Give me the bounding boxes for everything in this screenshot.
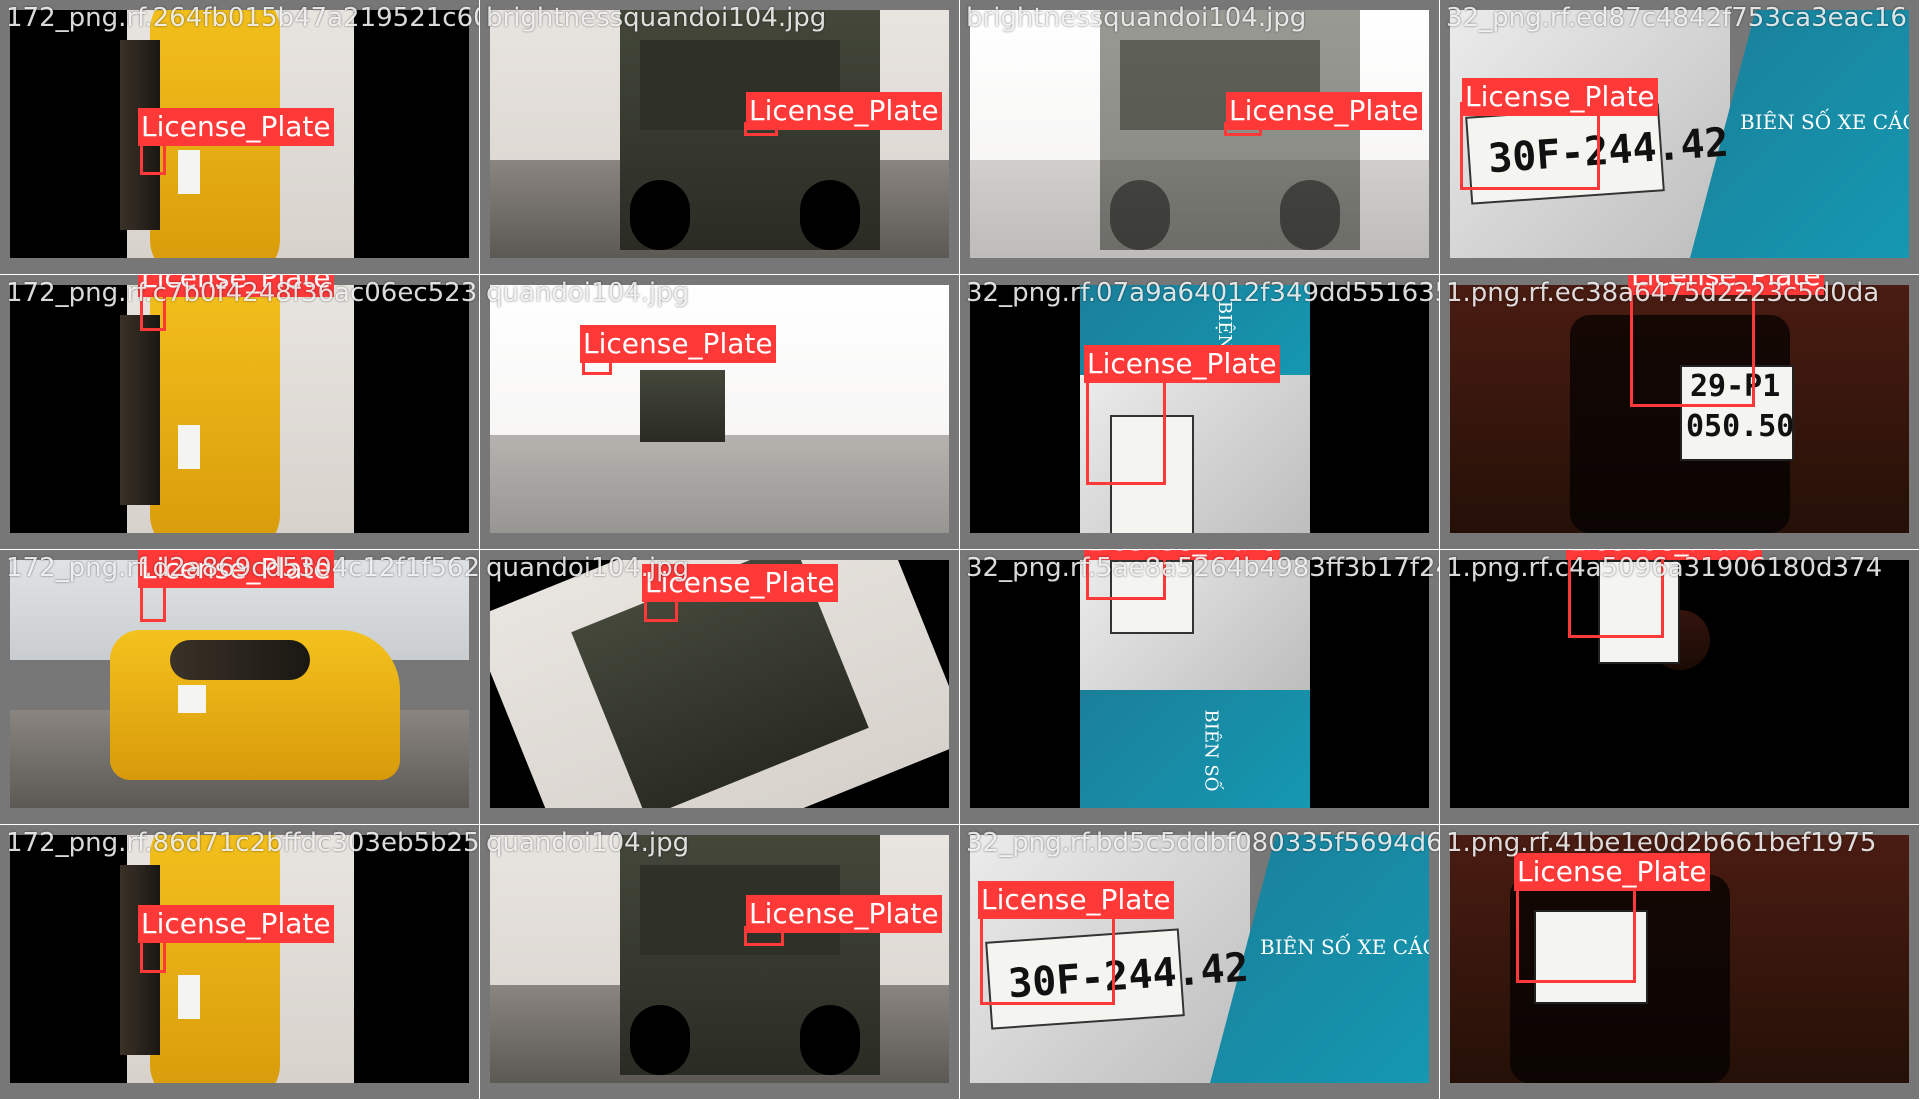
mosaic-tile: 1.png.rf.c4a5096a31906180d374License_Pla…: [1440, 550, 1919, 824]
tile-image: [490, 10, 949, 258]
sign-text: BIÊN SỐ XE CÁC TỈNH: [1260, 935, 1429, 959]
tile-filename: quandoi104.jpg: [486, 828, 690, 858]
yellow-car: [150, 285, 280, 533]
mosaic-tile: brightnessquandoi104.jpg License_Plate: [960, 0, 1439, 274]
detection-label: License_Plate: [978, 881, 1174, 919]
tile-image: [10, 835, 469, 1083]
plate: [178, 150, 200, 194]
detection-label: License_Plate: [746, 92, 942, 130]
mosaic-tile: 172_png.rf.86d71c2bffdc303eb5b25c8bfb7b1…: [0, 825, 479, 1099]
mosaic-tile: 172_png.rf.264fb015b47a219521c60ab84b310…: [0, 0, 479, 274]
mosaic-tile: BIÊN SỐ 32_png.rf.5ae8a5264b4983ff3b17f24…: [960, 550, 1439, 824]
plate: [178, 685, 206, 713]
tile-filename: 32_png.rf.ed87c4842f753ca3eac16: [1446, 3, 1907, 33]
tile-filename: 32_png.rf.07a9a64012f349dd55163594bf5af2…: [966, 278, 1439, 308]
tile-image: [1450, 560, 1909, 808]
mosaic-tile: 1.png.rf.41be1e0d2b661bef1975 License_Pla…: [1440, 825, 1919, 1099]
tile-filename: 32_png.rf.bd5c5ddbf080335f5694d6726c: [966, 828, 1439, 858]
tile-image: BIÊN SỐ: [970, 560, 1429, 808]
detection-label: License_Plate: [138, 108, 334, 146]
detection-label: License_Plate: [580, 325, 776, 363]
mosaic-tile: 172_png.rf.d2a869cd5304c12f1f562fa4d8114…: [0, 550, 479, 824]
mosaic-tile: quandoi104.jpg License_Plate: [480, 550, 959, 824]
tile-image: [970, 10, 1429, 258]
tile-filename: 32_png.rf.5ae8a5264b4983ff3b17f242df9f1: [966, 553, 1439, 583]
detection-label: License_Plate: [1226, 92, 1422, 130]
wheel-right: [1280, 180, 1340, 250]
mosaic-tile: BIÊN SỐ XE CÁC TỈNH30F-244.4232_png.rf.b…: [960, 825, 1439, 1099]
teal-sign: [1080, 690, 1310, 808]
tile-filename: quandoi104.jpg: [486, 278, 690, 308]
detection-label: License_Plate: [1084, 345, 1280, 383]
tile-filename: 1.png.rf.ec38a6475d2223c5d0da: [1446, 278, 1880, 308]
wheel-left: [1110, 180, 1170, 250]
plate-number-bottom: 050.50: [1686, 409, 1795, 444]
tile-image: [10, 285, 469, 533]
tile-image: BIỆN: [970, 285, 1429, 533]
image-mosaic: 172_png.rf.264fb015b47a219521c60ab84b310…: [0, 0, 1920, 1100]
wheel-right: [800, 180, 860, 250]
car-window: [170, 640, 310, 680]
mosaic-tile: BIÊN SỐ XE CÁC TỈNH30F-244.4232_png.rf.e…: [1440, 0, 1919, 274]
tile-filename: 172_png.rf.c7b0f4248f36ac06ec523b7d3a533: [6, 278, 479, 308]
detection-label: License_Plate: [138, 905, 334, 943]
wheel-left: [630, 180, 690, 250]
detection-box: [1516, 883, 1636, 983]
tile-filename: quandoi104.jpg: [486, 553, 690, 583]
wheel-right: [800, 1005, 860, 1075]
mosaic-tile: 29-P1 050.50 1.png.rf.ec38a6475d2223c5d0da…: [1440, 275, 1919, 549]
tile-filename: brightnessquandoi104.jpg: [966, 3, 1307, 33]
army-truck-small: [640, 370, 725, 442]
tile-filename: 172_png.rf.86d71c2bffdc303eb5b25c8bfb7b1: [6, 828, 479, 858]
tile-filename: 172_png.rf.d2a869cd5304c12f1f562fa4d8114…: [6, 553, 479, 583]
plate: [178, 425, 200, 469]
car-window: [120, 315, 160, 505]
detection-label: License_Plate: [746, 895, 942, 933]
detection-box: [980, 909, 1115, 1005]
tile-filename: brightnessquandoi104.jpg: [486, 3, 827, 33]
plate: [178, 975, 200, 1019]
detection-box: [1086, 375, 1166, 485]
mosaic-tile: quandoi104.jpg License_Plate: [480, 275, 959, 549]
tile-image: [490, 835, 949, 1083]
mosaic-tile: 172_png.rf.c7b0f4248f36ac06ec523b7d3a533…: [0, 275, 479, 549]
tile-image: [490, 285, 949, 533]
yellow-car: [150, 835, 280, 1083]
mosaic-tile: quandoi104.jpg License_Plate: [480, 825, 959, 1099]
sign-text: BIÊN SỐ: [1200, 709, 1222, 792]
tile-filename: 1.png.rf.41be1e0d2b661bef1975: [1446, 828, 1877, 858]
wheel-left: [630, 1005, 690, 1075]
mosaic-tile: BIỆN32_png.rf.07a9a64012f349dd55163594bf…: [960, 275, 1439, 549]
tile-filename: 172_png.rf.264fb015b47a219521c60ab84b310…: [6, 3, 479, 33]
tile-filename: 1.png.rf.c4a5096a31906180d374: [1446, 553, 1883, 583]
sign-text: BIÊN SỐ XE CÁC TỈNH: [1740, 110, 1909, 134]
road: [490, 435, 949, 533]
tile-image: [10, 560, 469, 808]
mosaic-tile: brightnessquandoi104.jpg License_Plate: [480, 0, 959, 274]
detection-label: License_Plate: [1462, 78, 1658, 116]
